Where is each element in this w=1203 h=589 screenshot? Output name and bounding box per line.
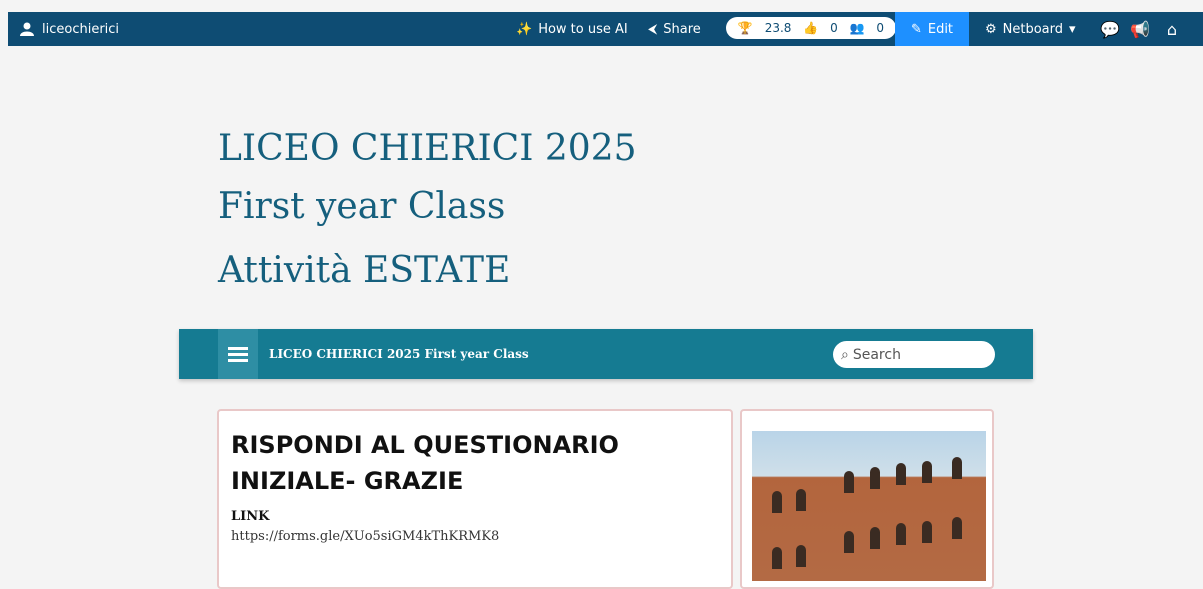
user-menu[interactable]: liceochierici (20, 12, 119, 46)
how-to-use-ai-button[interactable]: ✨ How to use AI (516, 12, 628, 46)
school-building-image (752, 431, 986, 581)
top-bar: liceochierici ✨ How to use AI ⮜ Share 🏆 … (8, 12, 1203, 46)
board-title[interactable]: LICEO CHIERICI 2025 First year Class (269, 329, 529, 379)
thumbs-up-icon: 👍 (803, 21, 819, 35)
score-value: 23.8 (764, 21, 792, 35)
search-input[interactable]: ⌕ Search (833, 341, 995, 368)
netboard-label: Netboard (1002, 21, 1064, 37)
stats-pill[interactable]: 🏆 23.8 👍 0 👥 0 (726, 17, 896, 39)
home-icon[interactable]: ⌂ (1158, 12, 1186, 46)
post-heading: RISPONDI AL QUESTIONARIO INIZIALE- GRAZI… (231, 431, 619, 495)
edit-label: Edit (927, 21, 954, 37)
page-title-line2: First year Class (218, 186, 506, 227)
search-icon: ⌕ (841, 346, 849, 363)
caret-down-icon: ▾ (1069, 21, 1076, 37)
gear-icon: ⚙ (985, 21, 997, 37)
user-icon (20, 22, 34, 36)
trophy-icon: 🏆 (737, 21, 753, 35)
members-icon: 👥 (849, 21, 865, 35)
board-navbar: LICEO CHIERICI 2025 First year Class ⌕ S… (179, 329, 1033, 379)
post-link-label: LINK (231, 509, 270, 524)
comment-icon[interactable]: 💬 (1096, 12, 1124, 46)
likes-count: 0 (830, 21, 838, 35)
menu-icon[interactable] (218, 329, 258, 379)
edit-button[interactable]: ✎ Edit (895, 12, 969, 46)
post-card[interactable]: RISPONDI AL QUESTIONARIO INIZIALE- GRAZI… (217, 409, 733, 589)
share-icon: ⮜ (648, 21, 658, 37)
page-title-line1: LICEO CHIERICI 2025 (218, 128, 637, 169)
sparkle-icon: ✨ (516, 21, 533, 37)
pencil-icon: ✎ (910, 21, 922, 37)
share-button[interactable]: ⮜ Share (648, 12, 701, 46)
members-count: 0 (876, 21, 884, 35)
how-to-use-ai-label: How to use AI (538, 21, 628, 37)
search-placeholder: Search (852, 346, 901, 363)
image-card[interactable] (740, 409, 994, 589)
announcement-icon[interactable]: 📢 (1126, 12, 1154, 46)
post-link[interactable]: https://forms.gle/XUo5siGM4kThKRMK8 (231, 529, 499, 544)
page-title-line3: Attività ESTATE (218, 250, 511, 291)
share-label: Share (663, 21, 701, 37)
netboard-menu[interactable]: ⚙ Netboard ▾ (985, 12, 1076, 46)
username-label: liceochierici (42, 21, 120, 37)
